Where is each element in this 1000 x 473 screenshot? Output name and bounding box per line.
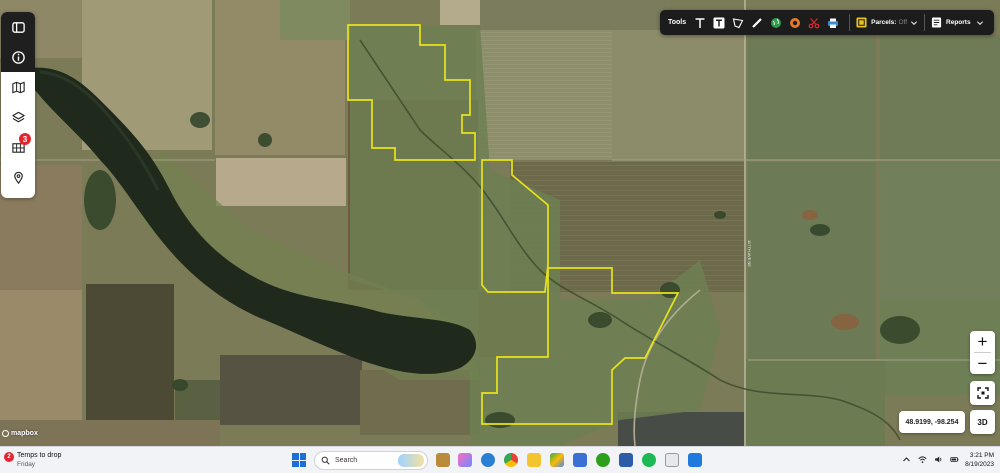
chevron-down-icon: [976, 20, 983, 25]
mapbox-attribution: mapbox: [11, 430, 38, 437]
search-highlight-image: [398, 454, 424, 467]
globe-tool-button[interactable]: [767, 13, 785, 33]
weather-alert-icon: 2: [4, 452, 14, 462]
parcels-grid-button[interactable]: 3: [1, 132, 35, 162]
notification-badge: 3: [19, 133, 31, 145]
clock-date: 8/19/2023: [965, 461, 994, 468]
search-placeholder: Search: [335, 457, 358, 464]
windows-taskbar: 2 Temps to drop Friday Search 3:21 PM 8/…: [0, 446, 1000, 473]
task-view-icon[interactable]: [436, 453, 450, 467]
chevron-up-icon[interactable]: [902, 455, 911, 464]
system-clock[interactable]: 3:21 PM 8/19/2023: [952, 451, 994, 469]
info-button[interactable]: [1, 42, 35, 72]
parcels-label: Parcels:: [871, 19, 897, 26]
weather-subline: Friday: [17, 461, 36, 468]
satellite-map[interactable]: 117TH AVE NE: [0, 0, 1000, 446]
road-label: 117TH AVE NE: [747, 240, 752, 267]
maps-app-icon[interactable]: [688, 453, 702, 467]
cut-tool-button[interactable]: [805, 13, 823, 33]
google-drive-icon[interactable]: [550, 453, 564, 467]
zoom-controls: + −: [970, 331, 995, 374]
text-icon: [695, 17, 705, 28]
quickbooks-icon[interactable]: [596, 453, 610, 467]
text-box-icon: [713, 17, 725, 28]
parcels-icon: [856, 17, 867, 28]
map-style-button[interactable]: [1, 72, 35, 102]
ruler-icon: [752, 17, 762, 28]
tools-toolbar: Tools Parcels: Off Reports: [660, 10, 994, 35]
fullscreen-button[interactable]: [970, 381, 995, 405]
globe-icon: [771, 17, 782, 28]
reports-icon: [931, 17, 942, 28]
info-icon: [11, 50, 25, 64]
chevron-down-icon: [910, 20, 918, 25]
measure-tool-button[interactable]: [748, 13, 766, 33]
toolbar-divider: [849, 14, 851, 31]
tools-label: Tools: [668, 19, 687, 26]
spotify-icon[interactable]: [642, 453, 656, 467]
polygon-icon: [732, 17, 744, 28]
map-pin-icon: [13, 171, 23, 184]
coordinates-readout: 48.9199, -98.254: [899, 411, 965, 433]
scissors-icon: [808, 17, 820, 28]
radius-tool-button[interactable]: [786, 13, 804, 33]
windows-logo-icon: [292, 453, 299, 460]
chrome-browser-icon[interactable]: [504, 453, 518, 467]
system-tray: [902, 455, 959, 464]
reports-dropdown[interactable]: Reports: [931, 17, 984, 28]
printer-icon: [828, 18, 839, 28]
edge-browser-icon[interactable]: [481, 453, 495, 467]
mail-icon[interactable]: [573, 453, 587, 467]
search-icon: [321, 456, 330, 465]
weather-headline: Temps to drop: [17, 452, 62, 459]
mapbox-logo: mapbox: [2, 430, 38, 437]
file-explorer-icon[interactable]: [527, 453, 541, 467]
app-icon[interactable]: [619, 453, 633, 467]
text-box-tool-button[interactable]: [710, 13, 728, 33]
start-button[interactable]: [292, 453, 306, 467]
parcels-toggle[interactable]: Parcels: Off: [856, 17, 918, 28]
mapbox-logo-icon: [2, 430, 9, 437]
panel-toggle-button[interactable]: [1, 12, 35, 42]
map-icon: [11, 81, 25, 93]
layers-button[interactable]: [1, 102, 35, 132]
clock-time: 3:21 PM: [969, 452, 994, 459]
volume-icon[interactable]: [934, 455, 943, 464]
copilot-icon[interactable]: [458, 453, 472, 467]
zoom-in-button[interactable]: +: [970, 331, 995, 352]
left-sidebar: 3: [1, 12, 35, 198]
view-3d-button[interactable]: 3D: [970, 410, 995, 434]
parcels-state: Off: [898, 19, 908, 26]
taskbar-search[interactable]: Search: [314, 451, 428, 470]
layers-icon: [11, 111, 25, 122]
reports-label: Reports: [946, 19, 971, 26]
location-button[interactable]: [1, 162, 35, 192]
text-tool-button[interactable]: [691, 13, 709, 33]
weather-widget[interactable]: 2 Temps to drop Friday: [4, 451, 61, 469]
polygon-tool-button[interactable]: [729, 13, 747, 33]
print-tool-button[interactable]: [824, 13, 842, 33]
target-icon: [790, 17, 801, 28]
toolbar-divider: [924, 14, 926, 31]
fullscreen-icon: [976, 387, 989, 399]
zoom-out-button[interactable]: −: [970, 353, 995, 374]
wifi-icon[interactable]: [918, 455, 927, 464]
sidebar-panel-icon: [11, 21, 25, 33]
calculator-icon[interactable]: [665, 453, 679, 467]
